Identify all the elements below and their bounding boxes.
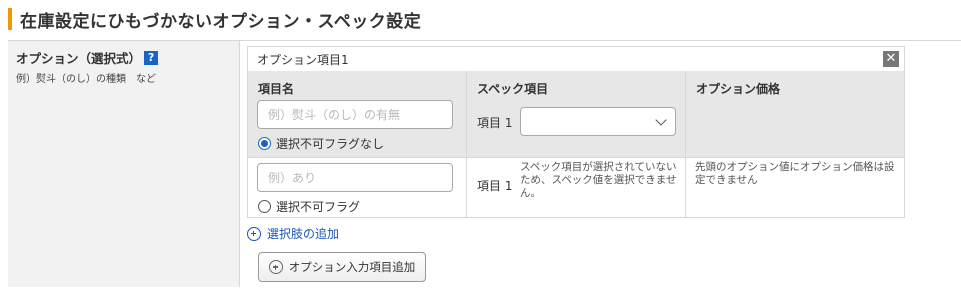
field-example: 例）熨斗（のし）の種類 など <box>16 74 156 85</box>
spec-label-2: 項目 1 <box>477 179 513 193</box>
column-header-spec-item: スペック項目 <box>477 82 549 96</box>
radio-label-2: 選択不可フラグ <box>276 200 361 214</box>
price-note: 先頭のオプション値にオプション価格は設定できません <box>695 161 895 186</box>
radio-checked-icon[interactable] <box>258 137 271 150</box>
add-choice-label: 選択肢の追加 <box>267 227 340 241</box>
radio-unchecked-icon[interactable] <box>258 200 271 213</box>
option-item-header: オプション項目1 ✕ <box>248 47 904 72</box>
column-header-item-name: 項目名 <box>258 82 295 96</box>
row2-item-name: 選択不可フラグ <box>248 158 467 217</box>
close-icon[interactable]: ✕ <box>883 51 899 67</box>
spec-select[interactable] <box>520 107 676 136</box>
plus-circle-icon <box>247 226 261 241</box>
field-content-cell: オプション項目1 ✕ 項目名 選択不可フラグなし スペック項目 項目 1 <box>240 41 961 287</box>
column-option-price: オプション価格 <box>686 71 904 157</box>
help-icon[interactable]: ? <box>144 50 159 65</box>
column-header-option-price: オプション価格 <box>696 82 781 96</box>
add-choice-link[interactable]: 選択肢の追加 <box>247 225 339 242</box>
radio-unselectable-none[interactable]: 選択不可フラグなし <box>258 135 384 152</box>
add-option-item-button[interactable]: オプション入力項目追加 <box>258 252 426 282</box>
chevron-down-icon <box>655 114 667 126</box>
column-spec-item: スペック項目 項目 1 <box>467 71 686 157</box>
accent-bar <box>8 8 12 30</box>
add-option-item-label: オプション入力項目追加 <box>288 260 416 274</box>
column-item-name: 項目名 選択不可フラグなし <box>248 71 467 157</box>
option-name-input-1[interactable] <box>257 100 453 129</box>
row2-spec-item: 項目 1 スペック項目が選択されていないため、スペック値を選択できません。 <box>467 158 686 217</box>
row2-option-price: 先頭のオプション値にオプション価格は設定できません <box>686 158 904 217</box>
field-label-text: オプション（選択式） <box>16 51 142 66</box>
spec-label-1: 項目 1 <box>477 116 513 130</box>
section-header: 在庫設定にひもづかないオプション・スペック設定 <box>8 8 961 32</box>
option-form: オプション（選択式） ? 例）熨斗（のし）の種類 など オプション項目1 ✕ 項… <box>8 40 961 288</box>
option-item-title: オプション項目1 <box>257 53 349 67</box>
field-label-cell: オプション（選択式） ? 例）熨斗（のし）の種類 など <box>8 41 240 287</box>
option-item-block: オプション項目1 ✕ 項目名 選択不可フラグなし スペック項目 項目 1 <box>247 46 905 218</box>
section-title: 在庫設定にひもづかないオプション・スペック設定 <box>20 11 422 32</box>
radio-unselectable[interactable]: 選択不可フラグ <box>258 198 360 215</box>
radio-label-1: 選択不可フラグなし <box>276 137 385 151</box>
plus-circle-icon <box>268 260 283 274</box>
option-name-input-2[interactable] <box>257 163 453 192</box>
spec-note: スペック項目が選択されていないため、スペック値を選択できません。 <box>520 161 677 199</box>
field-label: オプション（選択式） ? <box>16 48 239 67</box>
